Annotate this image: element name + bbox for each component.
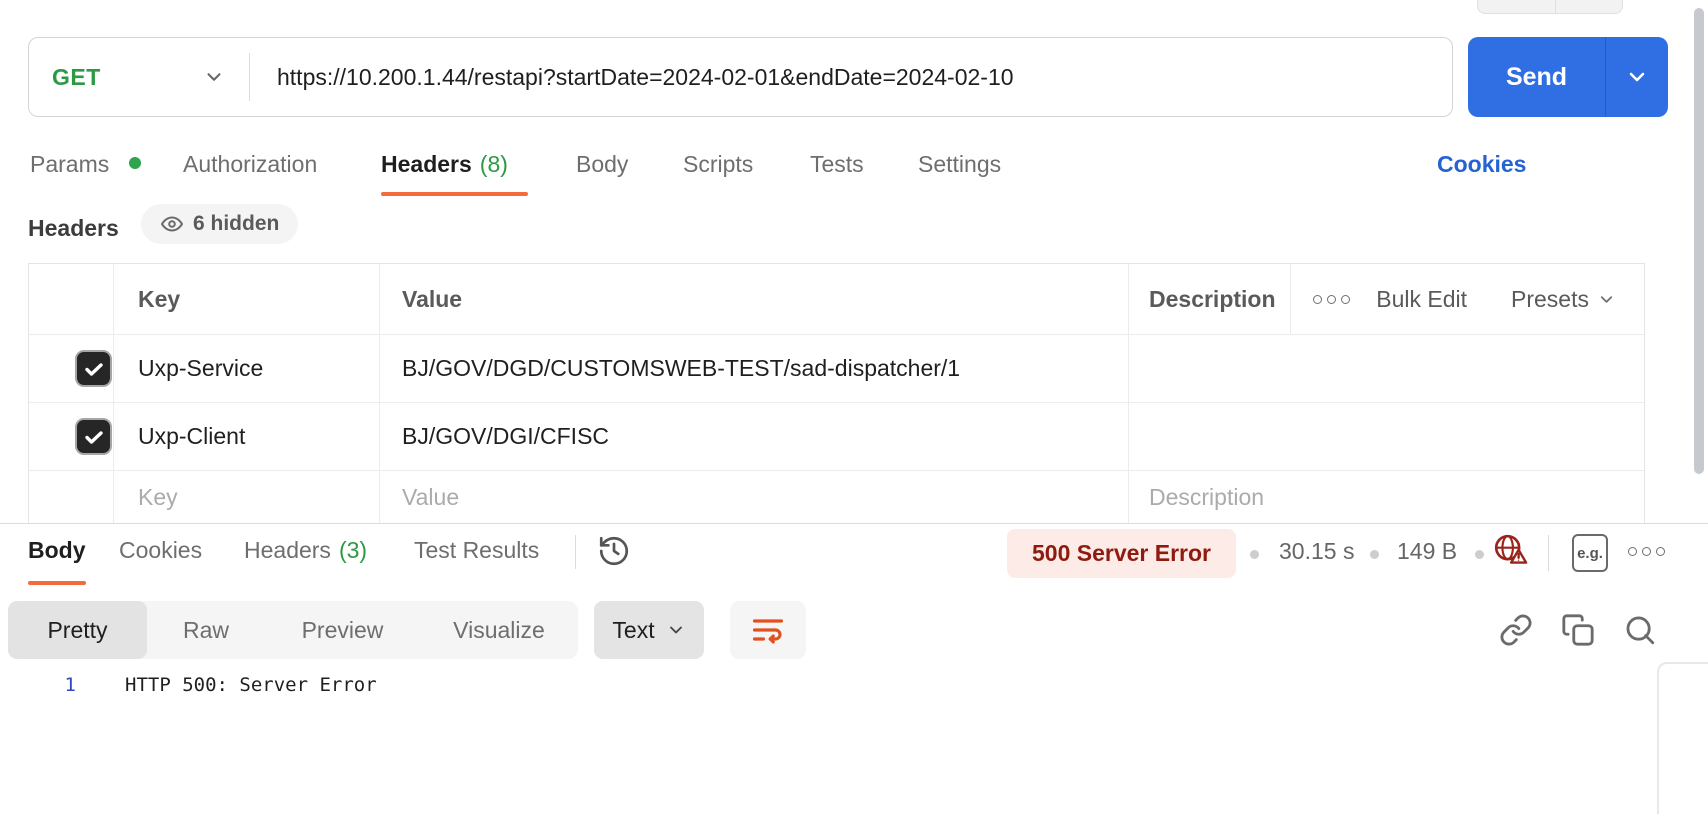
header-value-cell[interactable]: BJ/GOV/DGD/CUSTOMSWEB-TEST/sad-dispatche… — [380, 335, 1129, 403]
bottom-right-partial-panel — [1657, 662, 1708, 814]
line-number: 1 — [30, 674, 76, 696]
tab-params[interactable]: Params — [30, 151, 109, 178]
tab-tests[interactable]: Tests — [810, 151, 864, 178]
headers-table: Key Value Description Bulk Edit Presets — [28, 263, 1645, 524]
active-tab-underline — [381, 192, 528, 196]
table-row: Uxp-Service BJ/GOV/DGD/CUSTOMSWEB-TEST/s… — [29, 335, 1644, 403]
response-tab-headers[interactable]: Headers(3) — [244, 537, 367, 564]
chevron-down-icon — [1597, 290, 1616, 309]
table-row-empty: Key Value Description — [29, 471, 1644, 524]
search-response-icon[interactable] — [1622, 612, 1658, 648]
format-dropdown[interactable]: Text — [594, 601, 704, 659]
response-view-switcher: Pretty Raw Preview Visualize — [8, 601, 578, 659]
divider — [1548, 535, 1549, 571]
response-headers-count: (3) — [339, 537, 367, 563]
wrap-text-icon — [750, 612, 786, 648]
more-options-icon[interactable] — [1313, 295, 1350, 304]
wrap-lines-button[interactable] — [730, 601, 806, 659]
row-checkbox-checked[interactable] — [75, 350, 112, 387]
response-tab-test-results[interactable]: Test Results — [414, 537, 539, 564]
description-placeholder[interactable]: Description — [1129, 471, 1644, 524]
active-response-tab-underline — [28, 581, 86, 585]
headers-section-title: Headers — [28, 215, 119, 242]
tab-body[interactable]: Body — [576, 151, 628, 178]
top-toolbar-partial[interactable] — [1477, 0, 1623, 14]
response-panel — [0, 523, 1708, 814]
view-tab-visualize[interactable]: Visualize — [420, 601, 578, 659]
response-time: 30.15 s — [1279, 538, 1354, 565]
method-label: GET — [52, 64, 101, 91]
copy-response-icon[interactable] — [1560, 612, 1596, 648]
eye-icon — [160, 212, 184, 236]
hidden-headers-badge[interactable]: 6 hidden — [141, 204, 298, 244]
row-checkbox-checked[interactable] — [75, 418, 112, 455]
chevron-down-icon — [666, 620, 686, 640]
table-actions: Bulk Edit Presets — [1290, 264, 1644, 334]
header-description-cell[interactable] — [1129, 403, 1644, 471]
response-tab-body[interactable]: Body — [28, 537, 86, 564]
header-key-cell[interactable]: Uxp-Service — [114, 335, 380, 403]
table-row: Uxp-Client BJ/GOV/DGI/CFISC — [29, 403, 1644, 471]
tab-settings[interactable]: Settings — [918, 151, 1001, 178]
checkbox-column-header — [29, 264, 114, 335]
presets-dropdown[interactable]: Presets — [1511, 286, 1616, 313]
meta-separator-dot — [1370, 550, 1379, 559]
header-key-cell[interactable]: Uxp-Client — [114, 403, 380, 471]
response-more-options-icon[interactable] — [1628, 547, 1665, 556]
tab-headers[interactable]: Headers(8) — [381, 151, 508, 178]
params-active-dot — [129, 157, 141, 169]
chevron-down-icon — [1625, 65, 1649, 89]
header-description-cell[interactable] — [1129, 335, 1644, 403]
response-tab-cookies[interactable]: Cookies — [119, 537, 202, 564]
divider — [575, 535, 576, 569]
table-header-row: Key Value Description Bulk Edit Presets — [29, 264, 1644, 335]
network-warning-globe-icon[interactable] — [1493, 531, 1529, 567]
response-body-text[interactable]: HTTP 500: Server Error — [125, 674, 377, 696]
rest-client-app: GET Send Params Authorization Headers(8)… — [0, 0, 1708, 814]
cookies-link[interactable]: Cookies — [1437, 151, 1526, 178]
meta-separator-dot — [1250, 550, 1259, 559]
description-column-header: Description Bulk Edit Presets — [1129, 264, 1644, 335]
request-url-bar: GET — [28, 37, 1453, 117]
tab-authorization[interactable]: Authorization — [183, 151, 317, 178]
headers-count: (8) — [480, 151, 508, 177]
key-placeholder[interactable]: Key — [114, 471, 380, 524]
chevron-down-icon — [203, 66, 225, 88]
send-options-caret[interactable] — [1606, 37, 1668, 117]
key-column-header: Key — [114, 264, 380, 335]
view-tab-preview[interactable]: Preview — [265, 601, 420, 659]
save-example-icon[interactable]: e.g. — [1572, 534, 1608, 572]
method-selector[interactable]: GET — [29, 38, 249, 116]
vertical-scrollbar[interactable] — [1694, 8, 1704, 474]
tab-scripts[interactable]: Scripts — [683, 151, 753, 178]
url-input[interactable] — [250, 38, 1452, 116]
hidden-headers-label: 6 hidden — [193, 212, 279, 236]
copy-link-icon[interactable] — [1498, 612, 1534, 648]
check-icon — [82, 425, 106, 449]
status-badge[interactable]: 500 Server Error — [1007, 529, 1236, 578]
send-button-label: Send — [1468, 37, 1605, 117]
header-value-cell[interactable]: BJ/GOV/DGI/CFISC — [380, 403, 1129, 471]
send-button[interactable]: Send — [1468, 37, 1668, 117]
value-column-header: Value — [380, 264, 1129, 335]
response-size: 149 B — [1397, 538, 1457, 565]
check-icon — [82, 357, 106, 381]
meta-separator-dot — [1475, 550, 1484, 559]
view-tab-pretty[interactable]: Pretty — [8, 601, 147, 659]
value-placeholder[interactable]: Value — [380, 471, 1129, 524]
history-icon[interactable] — [596, 533, 632, 569]
view-tab-raw[interactable]: Raw — [147, 601, 265, 659]
bulk-edit-button[interactable]: Bulk Edit — [1376, 286, 1467, 313]
